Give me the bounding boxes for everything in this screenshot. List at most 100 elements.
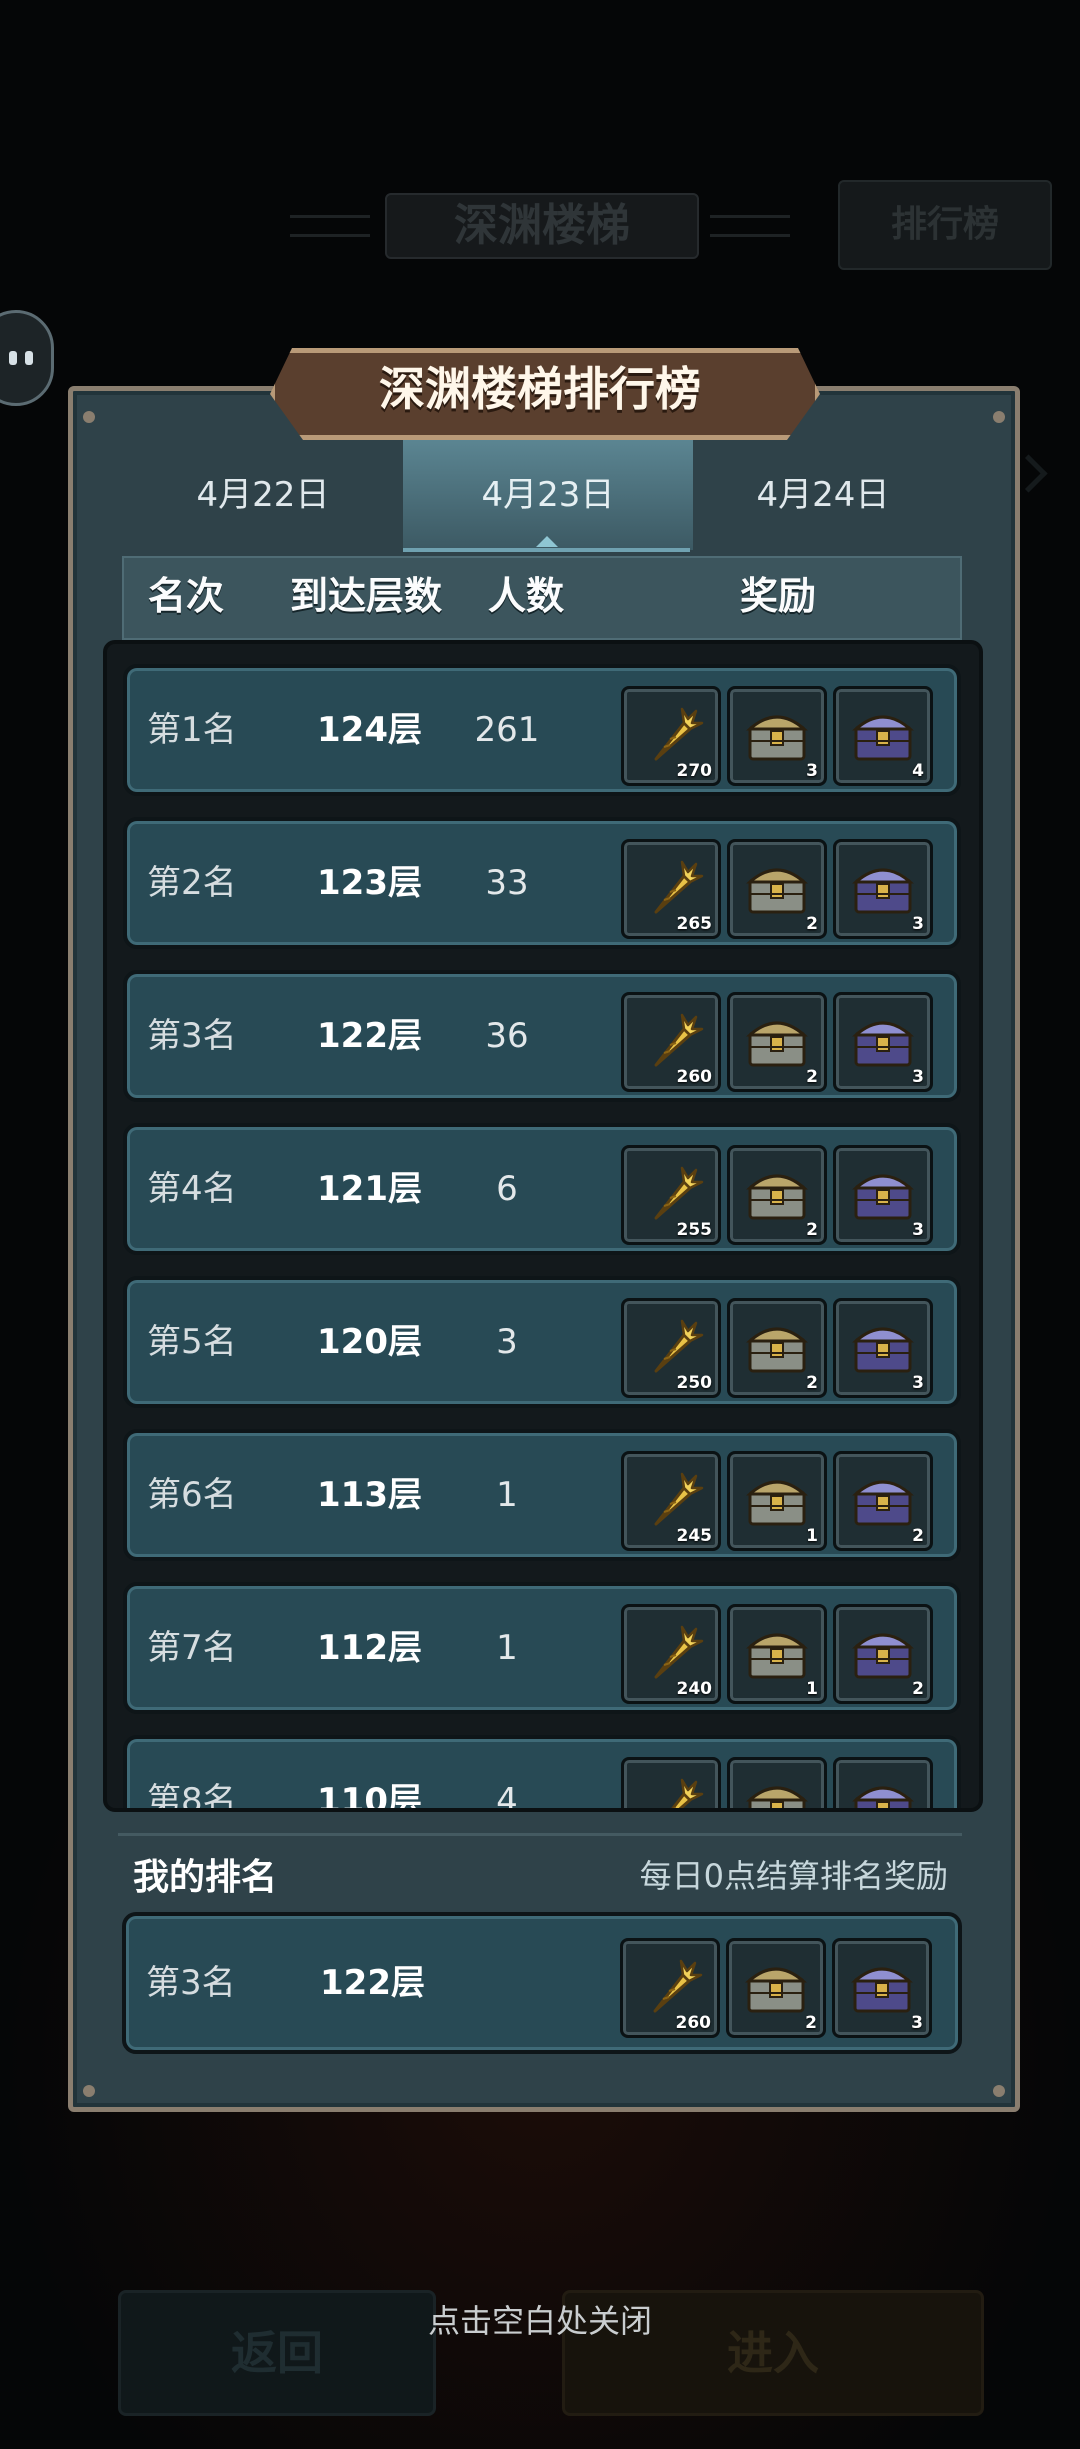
chest-icon (852, 1174, 914, 1220)
chest-icon (746, 715, 808, 761)
reward-purple-chest[interactable]: 3 (833, 992, 933, 1092)
reward-quantity: 2 (806, 914, 818, 934)
reward-carrot[interactable] (621, 1757, 721, 1808)
tab-apr-22[interactable]: 4月22日 (118, 440, 408, 550)
reward-quantity: 240 (676, 1679, 713, 1699)
eye-icon (25, 351, 33, 365)
reward-quantity: 3 (912, 914, 924, 934)
rank-position: 第3名 (147, 1016, 237, 1056)
table-row: 第2名 123层 33 265 2 3 (123, 817, 961, 949)
tab-apr-24[interactable]: 4月24日 (678, 440, 968, 550)
reward-quantity: 2 (806, 1220, 818, 1240)
table-row: 第6名 113层 1 245 1 2 (123, 1429, 961, 1561)
my-rank-floor: 122层 (320, 1963, 425, 2003)
reward-quantity: 2 (912, 1526, 924, 1546)
golden-carrot-icon (671, 1778, 704, 1808)
table-row: 第3名 122层 36 260 2 3 (123, 970, 961, 1102)
reward-quantity: 2 (912, 1679, 924, 1699)
rank-position: 第8名 (147, 1781, 237, 1812)
reward-quantity: 3 (912, 1220, 924, 1240)
my-rank-position: 第3名 (146, 1963, 236, 2003)
reward-gold-chest[interactable]: 1 (727, 1451, 827, 1551)
reward-gold-chest[interactable]: 2 (727, 1145, 827, 1245)
reward-quantity: 4 (912, 761, 924, 781)
reward-gold-chest[interactable]: 2 (727, 992, 827, 1092)
reward-purple-chest[interactable] (833, 1757, 933, 1808)
header-count: 人数 (488, 574, 565, 618)
reward-gold-chest[interactable]: 3 (727, 686, 827, 786)
side-chat-button[interactable] (0, 310, 54, 406)
active-tab-caret (536, 536, 558, 547)
floor-reached: 124层 (317, 710, 422, 750)
floor-reached: 120层 (317, 1322, 422, 1362)
reward-quantity: 265 (676, 914, 713, 934)
reward-quantity: 1 (806, 1526, 818, 1546)
tab-apr-23[interactable]: 4月23日 (403, 440, 693, 550)
chest-icon (852, 1633, 914, 1679)
reward-gold-chest[interactable] (727, 1757, 827, 1808)
my-rank-label: 我的排名 (133, 1857, 278, 1898)
reward-carrot[interactable]: 270 (621, 686, 721, 786)
rank-position: 第7名 (147, 1628, 237, 1668)
chest-icon (852, 715, 914, 761)
table-row: 第1名 124层 261 270 3 4 (123, 664, 961, 796)
player-count: 261 (474, 710, 540, 750)
reward-gold-chest[interactable]: 2 (727, 1298, 827, 1398)
reward-carrot[interactable]: 255 (621, 1145, 721, 1245)
reward-gold-chest[interactable]: 2 (727, 839, 827, 939)
settlement-note: 每日0点结算排名奖励 (639, 1857, 948, 1895)
header-rank: 名次 (148, 574, 225, 618)
player-count: 3 (496, 1322, 518, 1362)
table-row: 第5名 120层 3 250 2 3 (123, 1276, 961, 1408)
player-count: 4 (496, 1781, 518, 1812)
header-floor: 到达层数 (290, 574, 443, 618)
reward-gold-chest[interactable]: 1 (727, 1604, 827, 1704)
reward-purple-chest[interactable]: 2 (833, 1604, 933, 1704)
chest-icon (746, 1021, 808, 1067)
floor-reached: 110层 (317, 1781, 422, 1812)
reward-purple-chest[interactable]: 4 (833, 686, 933, 786)
my-reward-gold-chest[interactable]: 2 (726, 1938, 826, 2038)
chest-icon (851, 1967, 913, 2013)
reward-purple-chest[interactable]: 3 (833, 839, 933, 939)
chest-icon (746, 1480, 808, 1526)
reward-quantity: 2 (806, 1373, 818, 1393)
player-count: 1 (496, 1475, 518, 1515)
reward-carrot[interactable]: 265 (621, 839, 721, 939)
chest-icon (746, 1327, 808, 1373)
panel-rivet (993, 2085, 1005, 2097)
reward-quantity: 2 (806, 1067, 818, 1087)
rank-position: 第2名 (147, 863, 237, 903)
my-reward-purple-chest[interactable]: 3 (832, 1938, 932, 2038)
floor-reached: 113层 (317, 1475, 422, 1515)
eye-icon (9, 351, 17, 365)
reward-purple-chest[interactable]: 3 (833, 1145, 933, 1245)
floor-reached: 123层 (317, 863, 422, 903)
reward-purple-chest[interactable]: 3 (833, 1298, 933, 1398)
reward-carrot[interactable]: 260 (621, 992, 721, 1092)
reward-quantity: 250 (676, 1373, 713, 1393)
rank-position: 第1名 (147, 710, 237, 750)
ranking-list[interactable]: 第1名 124层 261 270 3 4 第2名 123层 33 265 2 3 第3名 122层 36 26… (103, 640, 983, 1812)
reward-quantity: 1 (806, 1679, 818, 1699)
reward-quantity: 3 (912, 1373, 924, 1393)
active-tab-indicator (403, 548, 690, 552)
chest-icon (852, 1021, 914, 1067)
reward-carrot[interactable]: 240 (621, 1604, 721, 1704)
reward-carrot[interactable]: 250 (621, 1298, 721, 1398)
table-row: 第7名 112层 1 240 1 2 (123, 1582, 961, 1714)
panel-rivet (83, 411, 95, 423)
background-screen-title: 深渊楼梯 (385, 193, 699, 259)
reward-purple-chest[interactable]: 2 (833, 1451, 933, 1551)
reward-quantity: 3 (911, 2013, 923, 2033)
background-title-frame: 深渊楼梯 (290, 175, 790, 275)
panel-rivet (993, 411, 1005, 423)
reward-quantity: 270 (676, 761, 713, 781)
floor-reached: 121层 (317, 1169, 422, 1209)
my-reward-carrot[interactable]: 260 (620, 1938, 720, 2038)
player-count: 6 (496, 1169, 518, 1209)
reward-carrot[interactable]: 245 (621, 1451, 721, 1551)
ornament-left (290, 215, 370, 237)
table-row: 第4名 121层 6 255 2 3 (123, 1123, 961, 1255)
close-hint[interactable]: 点击空白处关闭 (0, 2296, 1080, 2342)
